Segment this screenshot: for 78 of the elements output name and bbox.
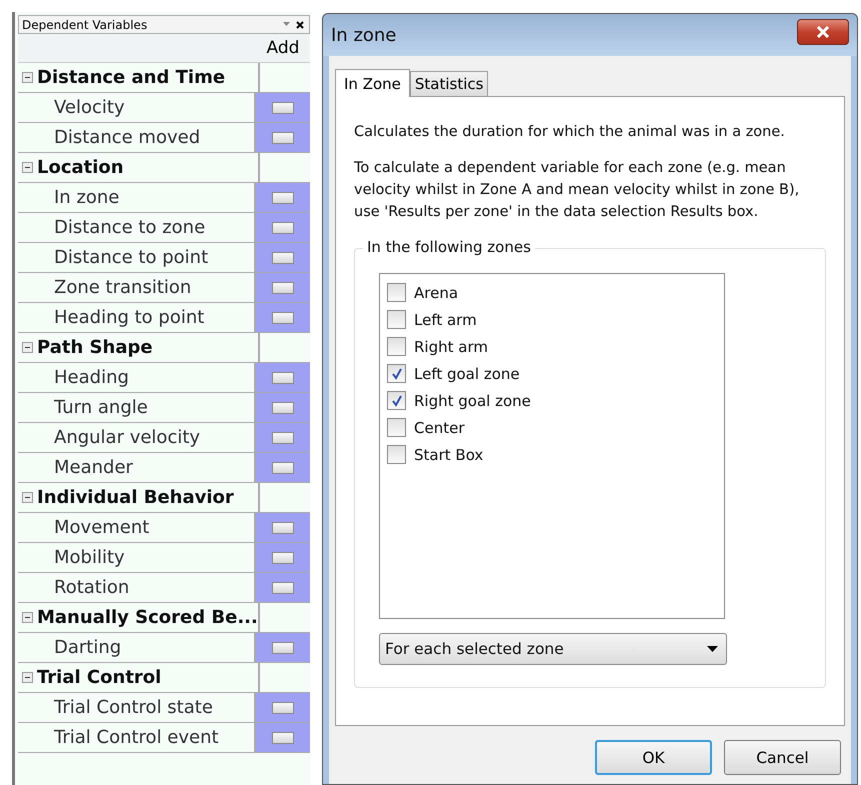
collapse-icon[interactable] xyxy=(22,342,33,353)
zone-label[interactable]: Center xyxy=(414,418,464,436)
zone-label[interactable]: Start Box xyxy=(414,446,484,464)
close-button[interactable] xyxy=(797,19,849,45)
variable-name: Trial Control event xyxy=(53,727,219,748)
collapse-icon[interactable] xyxy=(22,162,33,173)
zone-label[interactable]: Left arm xyxy=(414,310,477,328)
variable-name: Distance to zone xyxy=(53,217,206,238)
variable-name: Heading xyxy=(53,367,129,388)
checkbox[interactable] xyxy=(387,283,406,302)
add-button[interactable] xyxy=(272,582,294,594)
group-heading: Distance and Time xyxy=(37,67,226,88)
dropdown-icon[interactable] xyxy=(283,22,290,27)
add-button[interactable] xyxy=(272,732,294,744)
variable-name: Movement xyxy=(53,517,150,538)
hint-text: To calculate a dependent variable for each zone (e.g. mean velocity whilst in Zone A and mean velocity whilst in zone B), use 'Results per zone' in the data selection Results box. xyxy=(354,159,800,222)
close-icon[interactable] xyxy=(296,20,304,28)
dialog-button[interactable]: Cancel xyxy=(724,740,841,775)
add-button[interactable] xyxy=(272,462,294,474)
collapse-icon[interactable] xyxy=(22,492,33,503)
check-icon xyxy=(390,368,402,380)
collapse-icon[interactable] xyxy=(22,72,33,83)
tab[interactable]: In Zone xyxy=(335,69,410,97)
variable-name: Turn angle xyxy=(53,397,148,418)
variable-name: Heading to point xyxy=(53,307,204,328)
group-heading: Trial Control xyxy=(37,667,162,688)
variable-name: Distance to point xyxy=(53,247,208,268)
collapse-icon[interactable] xyxy=(22,612,33,623)
add-button[interactable] xyxy=(272,642,294,654)
window-title: In zone xyxy=(331,24,398,46)
checkbox[interactable] xyxy=(387,364,406,383)
checkbox[interactable] xyxy=(387,418,406,437)
group-heading: Path Shape xyxy=(37,337,153,358)
add-button[interactable] xyxy=(272,702,294,714)
add-button[interactable] xyxy=(272,552,294,564)
zone-label[interactable]: Left goal zone xyxy=(414,364,520,382)
add-button[interactable] xyxy=(272,432,294,444)
checkbox[interactable] xyxy=(387,310,406,329)
variable-name: Distance moved xyxy=(53,127,200,148)
add-button[interactable] xyxy=(272,402,294,414)
add-button[interactable] xyxy=(272,102,294,114)
close-icon xyxy=(816,26,830,38)
add-button[interactable] xyxy=(272,132,294,144)
description-text: Calculates the duration for which the animal was in a zone. xyxy=(354,123,786,142)
add-button[interactable] xyxy=(272,282,294,294)
collapse-icon[interactable] xyxy=(22,672,33,683)
add-button[interactable] xyxy=(272,372,294,384)
add-button[interactable] xyxy=(272,312,294,324)
add-button[interactable] xyxy=(272,522,294,534)
dialog-button[interactable]: OK xyxy=(595,740,712,775)
dropdown-arrow-icon xyxy=(707,646,718,652)
variable-name: Rotation xyxy=(53,577,130,598)
check-icon xyxy=(390,394,402,406)
add-button[interactable] xyxy=(272,192,294,204)
variable-name: Mobility xyxy=(53,547,125,568)
variable-name: Darting xyxy=(53,637,122,658)
add-button[interactable] xyxy=(272,252,294,264)
checkbox[interactable] xyxy=(387,391,406,410)
group-heading: Manually Scored Be... xyxy=(37,607,258,628)
tab[interactable]: Statistics xyxy=(410,71,488,96)
panel-title: Dependent Variables xyxy=(22,18,148,32)
group-heading: Individual Behavior xyxy=(37,487,234,508)
checkbox[interactable] xyxy=(387,337,406,356)
variable-name: In zone xyxy=(53,187,120,208)
variable-name: Angular velocity xyxy=(53,427,200,448)
column-header: Add xyxy=(266,37,300,60)
variable-name: Trial Control state xyxy=(53,697,213,718)
variable-name: Velocity xyxy=(53,97,125,118)
group-box-label: In the following zones xyxy=(363,238,535,256)
add-button[interactable] xyxy=(272,222,294,234)
variable-name: Meander xyxy=(53,457,133,478)
zone-mode-dropdown[interactable]: For each selected zone xyxy=(379,633,727,665)
zone-label[interactable]: Right arm xyxy=(414,338,488,356)
zone-label[interactable]: Arena xyxy=(414,284,458,302)
variable-name: Zone transition xyxy=(53,277,192,298)
checkbox[interactable] xyxy=(387,445,406,464)
zone-label[interactable]: Right goal zone xyxy=(414,392,531,410)
group-heading: Location xyxy=(37,157,124,178)
